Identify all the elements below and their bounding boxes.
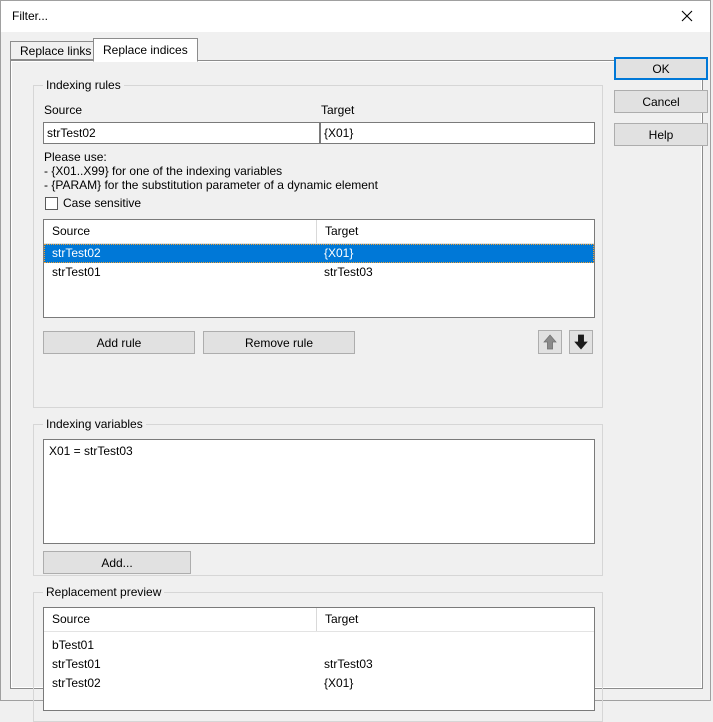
close-button[interactable] <box>664 1 710 31</box>
cancel-button-label: Cancel <box>642 94 680 109</box>
add-variable-label: Add... <box>101 555 133 570</box>
preview-row-1-source: strTest01 <box>52 657 101 671</box>
preview-column-target[interactable]: Target <box>316 608 594 631</box>
indexing-variables-listbox[interactable]: X01 = strTest03 <box>43 439 595 544</box>
list-item[interactable]: strTest02 {X01} <box>44 674 594 693</box>
rules-row-0-target: {X01} <box>324 246 354 260</box>
filter-dialog: Filter... Replace links Replace indices … <box>0 0 711 722</box>
list-item[interactable]: strTest01 strTest03 <box>44 655 594 674</box>
rules-row-1-target: strTest03 <box>324 265 373 279</box>
move-up-button[interactable] <box>538 330 562 354</box>
rules-row-1-source: strTest01 <box>52 265 101 279</box>
preview-row-2-target: {X01} <box>324 676 354 690</box>
target-input[interactable] <box>320 122 595 144</box>
indexing-variables-title: Indexing variables <box>43 417 146 431</box>
cancel-button[interactable]: Cancel <box>614 90 708 113</box>
preview-row-0-target <box>316 636 594 655</box>
rules-column-target[interactable]: Target <box>316 220 594 243</box>
window-title: Filter... <box>12 9 49 23</box>
indexing-rules-title: Indexing rules <box>43 78 124 92</box>
tab-replace-indices-label: Replace indices <box>103 43 188 57</box>
close-icon <box>681 10 693 22</box>
tab-strip: Replace links Replace indices <box>10 38 703 62</box>
hint-line-2: - {X01..X99} for one of the indexing var… <box>44 164 283 178</box>
remove-rule-label: Remove rule <box>244 335 314 350</box>
source-input[interactable] <box>43 122 320 144</box>
rules-listview[interactable]: Source Target strTest02 {X01} strTest01 … <box>43 219 595 318</box>
indexing-variables-group: Indexing variables X01 = strTest03 Add..… <box>33 417 603 576</box>
add-variable-button[interactable]: Add... <box>43 551 191 574</box>
case-sensitive-checkbox[interactable]: Case sensitive <box>45 196 141 210</box>
arrow-up-icon <box>543 334 557 350</box>
tab-replace-links-label: Replace links <box>20 43 92 58</box>
add-rule-button[interactable]: Add rule <box>43 331 195 354</box>
tab-page-replace-indices: Indexing rules Source Target Please use:… <box>10 60 703 722</box>
case-sensitive-label: Case sensitive <box>63 196 142 210</box>
tab-replace-indices[interactable]: Replace indices <box>93 38 198 62</box>
arrow-down-icon <box>574 334 588 350</box>
preview-listview-header: Source Target <box>44 608 594 632</box>
ok-button-label: OK <box>652 61 670 76</box>
rules-column-source[interactable]: Source <box>44 220 316 243</box>
source-label: Source <box>44 103 83 117</box>
title-bar: Filter... <box>1 1 710 32</box>
rules-row-0-source: strTest02 <box>52 246 101 260</box>
hint-line-1: Please use: <box>44 150 107 164</box>
ok-button[interactable]: OK <box>614 57 708 80</box>
add-rule-label: Add rule <box>96 335 142 350</box>
remove-rule-button[interactable]: Remove rule <box>203 331 355 354</box>
preview-listview[interactable]: Source Target bTest01 strTest01 strTest0… <box>43 607 595 711</box>
tab-replace-links[interactable]: Replace links <box>10 41 102 60</box>
table-row[interactable]: strTest02 {X01} <box>44 244 594 263</box>
checkbox-box-icon <box>45 196 58 210</box>
preview-row-1-target: strTest03 <box>324 657 373 671</box>
rules-listview-header: Source Target <box>44 220 594 244</box>
replacement-preview-title: Replacement preview <box>43 585 165 599</box>
preview-row-0-source: bTest01 <box>52 638 95 652</box>
help-button[interactable]: Help <box>614 123 708 146</box>
move-down-button[interactable] <box>569 330 593 354</box>
target-label: Target <box>321 103 355 117</box>
help-button-label: Help <box>648 127 674 142</box>
preview-row-2-source: strTest02 <box>52 676 101 690</box>
indexing-rules-group: Indexing rules Source Target Please use:… <box>33 78 603 408</box>
preview-column-source[interactable]: Source <box>44 608 316 631</box>
indexing-variable-line-0: X01 = strTest03 <box>49 444 133 458</box>
hint-line-3: - {PARAM} for the substitution parameter… <box>44 178 378 192</box>
table-row[interactable]: strTest01 strTest03 <box>44 263 594 282</box>
list-item[interactable]: bTest01 <box>44 636 594 655</box>
